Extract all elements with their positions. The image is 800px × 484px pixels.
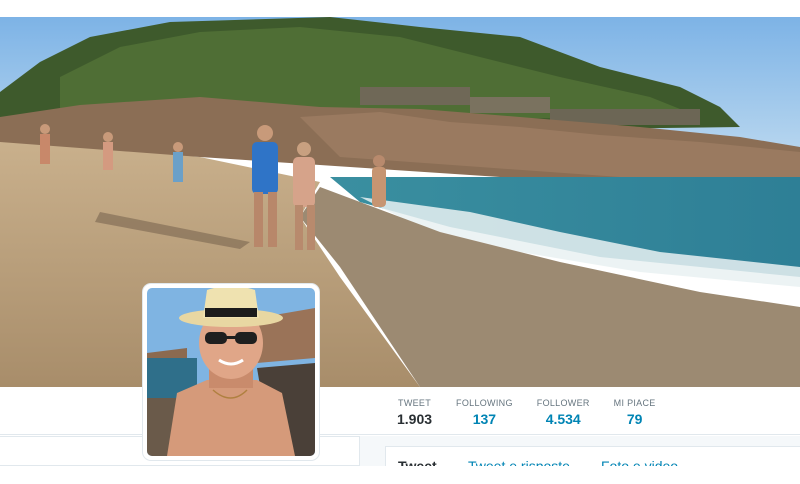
stat-likes-label: MI PIACE <box>613 398 656 408</box>
avatar-image <box>147 288 315 456</box>
stat-tweet-label: TWEET <box>398 398 432 408</box>
stat-follower-label: FOLLOWER <box>536 398 590 408</box>
profile-avatar[interactable] <box>143 284 319 460</box>
stat-following-value: 137 <box>472 411 497 427</box>
stat-following-label: FOLLOWING <box>456 398 513 408</box>
top-strip <box>0 0 800 17</box>
stat-likes[interactable]: MI PIACE 79 <box>602 397 668 437</box>
stat-following[interactable]: FOLLOWING 137 <box>444 397 525 437</box>
bottom-strip <box>0 466 800 484</box>
stat-tweet-value: 1.903 <box>397 411 433 427</box>
header-photo[interactable] <box>0 17 800 387</box>
stat-tweet[interactable]: TWEET 1.903 <box>385 397 445 440</box>
stat-likes-value: 79 <box>626 411 643 427</box>
stat-follower-value: 4.534 <box>545 411 581 427</box>
beach-header-image <box>0 17 800 387</box>
profile-stats: TWEET 1.903 FOLLOWING 137 FOLLOWER 4.534… <box>385 397 668 440</box>
stat-follower[interactable]: FOLLOWER 4.534 <box>525 397 602 437</box>
